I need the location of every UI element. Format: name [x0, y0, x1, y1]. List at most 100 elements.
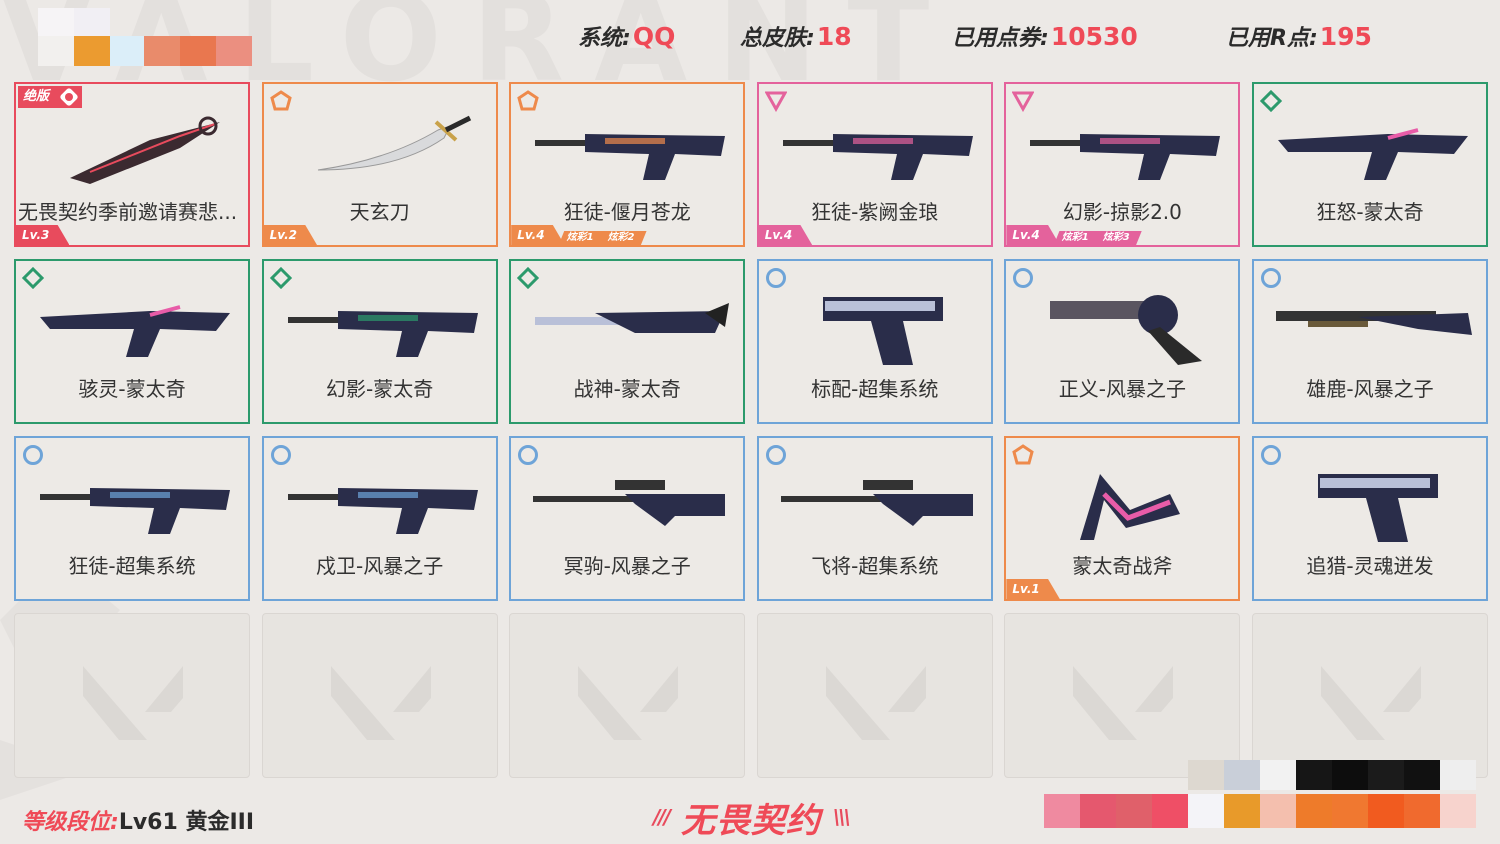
skin-card[interactable]: 飞将-超集系统 [756, 436, 993, 601]
stat-label: 总皮肤: [740, 26, 815, 51]
header: 系统:QQ 总皮肤:18 已用点券:10530 已用R点:195 [0, 0, 1500, 72]
skin-name: 狂徒-超集系统 [68, 554, 196, 578]
skin-card[interactable]: 狂徒-紫阙金琅 Lv.4 [756, 82, 993, 247]
empty-slot [756, 613, 993, 778]
skin-name: 天玄刀 [349, 200, 410, 224]
empty-slot [1251, 613, 1488, 778]
chroma-badge: 炫彩3 [1094, 231, 1142, 245]
skin-card[interactable]: 雄鹿-风暴之子 [1251, 259, 1488, 424]
axe-icon [1020, 454, 1230, 546]
skin-card[interactable]: 幻影-掠影2.0 Lv.4 炫彩1 炫彩3 [1004, 82, 1241, 247]
skin-name: 正义-风暴之子 [1058, 377, 1186, 401]
skin-card[interactable]: 蒙太奇战斧 Lv.1 [1004, 436, 1241, 601]
empty-slot [261, 613, 498, 778]
chroma-badge: 炫彩1 [558, 231, 606, 245]
skin-card[interactable]: 戍卫-风暴之子 [261, 436, 498, 601]
shotgun-icon [1268, 277, 1478, 369]
sword-icon [278, 100, 488, 192]
skin-name: 标配-超集系统 [811, 377, 939, 401]
skin-card[interactable]: 天玄刀 Lv.2 [261, 82, 498, 247]
valorant-logo-icon [1073, 666, 1174, 740]
level-bar: Lv.4 炫彩1 炫彩3 [1006, 225, 1142, 245]
rifle-icon [773, 100, 983, 192]
sniper-icon [525, 454, 735, 546]
rifle-icon [525, 100, 735, 192]
revolver-icon [1020, 277, 1230, 369]
logo-slashes-right: \\\ [833, 805, 851, 829]
skin-name: 冥驹-风暴之子 [563, 554, 691, 578]
level-bar: Lv.4 [758, 225, 813, 245]
stat-system: 系统:QQ [578, 20, 675, 56]
valorant-logo-icon [83, 666, 183, 740]
rank-label: 等级段位: [22, 810, 119, 835]
skin-card[interactable]: 绝版 无畏契约季前邀请赛悲... Lv.3 [14, 82, 250, 247]
stat-label: 已用点券: [952, 26, 1049, 51]
skin-name: 无畏契约季前邀请赛悲... [18, 200, 238, 224]
skin-card[interactable]: 正义-风暴之子 [1004, 259, 1241, 424]
logo-slashes-left: /// [653, 805, 671, 829]
game-title: 无畏契约 [681, 800, 821, 841]
skin-name: 追猎-灵魂迸发 [1306, 554, 1434, 578]
sniper-icon [773, 454, 983, 546]
level-bar: Lv.4 炫彩1 炫彩2 [511, 225, 647, 245]
skin-name: 飞将-超集系统 [811, 554, 939, 578]
level-bar: Lv.1 [1006, 579, 1060, 599]
chroma-badge: 炫彩2 [599, 231, 647, 245]
skin-card[interactable]: 战神-蒙太奇 [509, 259, 746, 424]
pistol-icon [773, 277, 983, 369]
stat-points-spent: 已用点券:10530 [952, 20, 1138, 56]
skin-name: 蒙太奇战斧 [1072, 554, 1173, 578]
rank-info: 等级段位:Lv61 黄金III [22, 804, 254, 836]
valorant-logo-icon [330, 666, 431, 740]
skin-card[interactable]: 追猎-灵魂迸发 [1251, 436, 1488, 601]
stat-value: 18 [816, 22, 852, 51]
skin-name: 骇灵-蒙太奇 [78, 377, 186, 401]
skin-card[interactable]: 幻影-蒙太奇 [261, 259, 498, 424]
footer: 等级段位:Lv61 黄金III /// 无畏契约 \\\ [0, 760, 1500, 844]
skin-card[interactable]: 骇灵-蒙太奇 [14, 259, 250, 424]
rifle-icon [278, 454, 488, 546]
skin-grid: 绝版 无畏契约季前邀请赛悲... Lv.3 天玄刀 Lv.2 狂徒-偃月苍龙 Lv.4 炫彩1… [14, 82, 1488, 778]
stat-value: QQ [632, 22, 676, 51]
valorant-logo-icon [578, 666, 679, 740]
stat-r-points-spent: 已用R点:195 [1226, 20, 1372, 56]
rank-value: Lv61 黄金III [118, 810, 255, 835]
skin-card[interactable]: 狂徒-超集系统 [14, 436, 250, 601]
skin-name: 戍卫-风暴之子 [315, 554, 444, 578]
stat-label: 已用R点: [1226, 26, 1318, 51]
skin-card[interactable]: 狂徒-偃月苍龙 Lv.4 炫彩1 炫彩2 [509, 82, 746, 247]
valorant-logo-icon [1320, 666, 1421, 740]
rifle-icon [30, 454, 240, 546]
level-badge: Lv.4 [511, 225, 565, 245]
smg-icon [30, 277, 240, 369]
skin-name: 战神-蒙太奇 [573, 377, 681, 401]
skin-name: 狂徒-紫阙金琅 [811, 200, 939, 224]
level-bar: Lv.3 [16, 225, 70, 245]
game-logo: /// 无畏契约 \\\ [614, 794, 888, 841]
level-badge: Lv.4 [1006, 225, 1060, 245]
rifle-icon [278, 277, 488, 369]
rifle-icon [1020, 100, 1230, 192]
empty-slot [509, 613, 746, 778]
pistol-icon [1268, 454, 1478, 546]
skin-card[interactable]: 冥驹-风暴之子 [509, 436, 746, 601]
stat-total-skins: 总皮肤:18 [740, 20, 852, 56]
empty-slot [14, 613, 250, 778]
level-badge: Lv.4 [758, 225, 813, 245]
skin-card[interactable]: 标配-超集系统 [756, 259, 993, 424]
level-badge: Lv.2 [263, 225, 317, 245]
stat-label: 系统: [578, 26, 631, 51]
skin-name: 幻影-掠影2.0 [1062, 200, 1182, 224]
skin-card[interactable]: 狂怒-蒙太奇 [1251, 82, 1488, 247]
lmg-icon [525, 277, 735, 369]
stat-value: 195 [1319, 22, 1372, 51]
skin-name: 狂怒-蒙太奇 [1316, 200, 1424, 224]
level-bar: Lv.2 [263, 225, 317, 245]
skin-name: 雄鹿-风暴之子 [1306, 377, 1434, 401]
skin-name: 狂徒-偃月苍龙 [563, 200, 691, 224]
smg-icon [1268, 100, 1478, 192]
level-badge: Lv.3 [16, 225, 70, 245]
chroma-badge: 炫彩1 [1053, 231, 1101, 245]
empty-slot [1004, 613, 1241, 778]
knife-icon [30, 100, 240, 192]
